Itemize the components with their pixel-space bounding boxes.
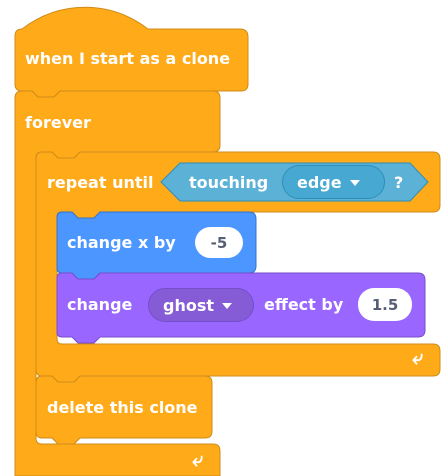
effect-by-label: effect by <box>264 295 344 314</box>
delete-clone-label: delete this clone <box>47 398 198 417</box>
caret-down-icon <box>222 303 233 309</box>
effect-dropdown-value: ghost <box>163 295 215 315</box>
touching-target-value: edge <box>297 172 342 192</box>
change-effect-label: change <box>67 295 133 314</box>
effect-value-input[interactable]: 1.5 <box>358 288 412 321</box>
touching-label: touching <box>189 173 269 192</box>
change-x-label: change x by <box>67 233 176 252</box>
repeat-until-label: repeat until <box>47 173 154 192</box>
touching-suffix: ? <box>394 173 404 192</box>
forever-label: forever <box>25 113 91 132</box>
effect-dropdown[interactable]: ghost <box>148 288 254 322</box>
loop-arrow-icon: ⤶ <box>412 345 424 369</box>
touching-target-dropdown[interactable]: edge <box>282 165 385 199</box>
loop-arrow-icon: ⤶ <box>192 447 204 471</box>
caret-down-icon <box>349 180 360 186</box>
change-x-value-input[interactable]: -5 <box>195 227 243 258</box>
hat-block-label: when I start as a clone <box>25 49 231 68</box>
script-area: when I start as a clone forever repeat u… <box>0 0 443 476</box>
